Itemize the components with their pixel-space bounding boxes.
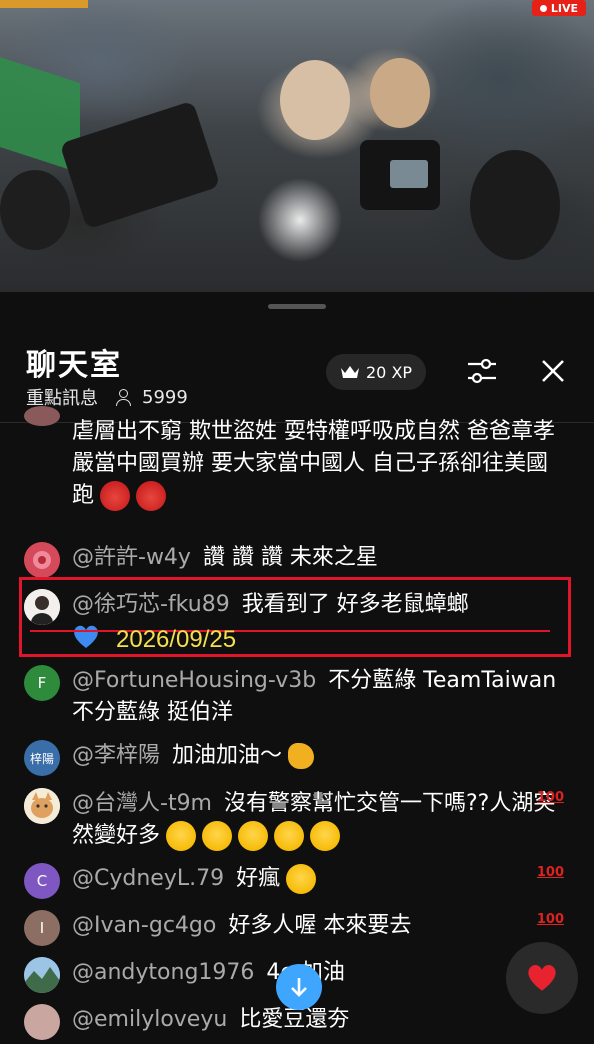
message-author[interactable]: @FortuneHousing-v3b xyxy=(72,668,316,693)
chat-panel: 聊天室 重點訊息 5999 20 XP 虐層出不窮 欺世盜姓 耍特權呼吸成自然 … xyxy=(0,292,594,1040)
message-author[interactable]: @李梓陽 xyxy=(72,743,160,768)
avatar: C xyxy=(24,863,60,899)
chat-message[interactable]: C @CydneyL.79 好瘋 100 xyxy=(24,863,584,903)
angry-face-emoji xyxy=(136,481,167,511)
crown-icon xyxy=(341,366,359,378)
arrow-down-icon xyxy=(291,978,307,997)
person-head xyxy=(280,60,350,140)
smiling-blush-emoji xyxy=(166,821,197,851)
xp-pill[interactable]: 20 XP xyxy=(326,354,427,390)
chat-message[interactable]: 梓陽 @李梓陽 加油加油～ xyxy=(24,740,584,780)
avatar: 梓陽 xyxy=(24,740,60,776)
chat-message[interactable]: 虐層出不窮 欺世盜姓 耍特權呼吸成自然 爸爸章孝嚴當中國買辦 要大家當中國人 自… xyxy=(24,406,584,526)
message-author[interactable]: @CydneyL.79 xyxy=(72,866,224,891)
chat-message[interactable]: @emilyloveyu 比愛豆還夯 xyxy=(24,1004,584,1044)
avatar xyxy=(24,788,60,824)
message-author[interactable]: @許許-w4y xyxy=(72,545,191,570)
message-author[interactable]: @台灣人-t9m xyxy=(72,791,212,816)
hundred-points-emoji: 100 xyxy=(536,790,564,805)
channel-badge xyxy=(0,0,88,8)
chat-subheader: 重點訊息 5999 xyxy=(26,384,188,410)
viewer-count: 5999 xyxy=(142,386,188,408)
avatar: F xyxy=(24,665,60,701)
camera-right xyxy=(360,140,440,210)
chat-message[interactable]: @許許-w4y 讚 讚 讚 未來之星 xyxy=(24,542,584,582)
person-head xyxy=(0,170,70,250)
message-text: 加油加油～ xyxy=(172,743,283,768)
smiling-blush-emoji xyxy=(202,821,233,851)
angry-face-emoji xyxy=(100,481,131,511)
avatar xyxy=(24,1004,60,1040)
message-text: 讚 讚 讚 未來之星 xyxy=(202,545,378,570)
chat-message[interactable]: @台灣人-t9m 沒有警察幫忙交管一下嗎??人湖突然變好多 100 xyxy=(24,788,584,852)
grinning-sweat-emoji xyxy=(286,864,317,894)
annotation-strike-line xyxy=(30,630,550,632)
smiling-blush-emoji xyxy=(274,821,305,851)
drag-handle[interactable] xyxy=(268,304,326,309)
chat-title: 聊天室 xyxy=(26,348,122,383)
xp-label: 20 XP xyxy=(366,362,413,382)
heart-icon xyxy=(528,964,556,991)
message-author[interactable]: @emilyloveyu xyxy=(72,1007,227,1032)
message-author[interactable]: @andytong1976 xyxy=(72,960,254,985)
hundred-points-emoji: 100 xyxy=(536,865,564,880)
avatar xyxy=(24,406,60,426)
scroll-to-bottom-button[interactable] xyxy=(276,964,322,1010)
avatar xyxy=(24,957,60,993)
annotation-date: 2026/09/25 xyxy=(116,626,237,653)
person-icon xyxy=(114,388,132,406)
message-text: 好瘋 xyxy=(236,866,281,891)
smiling-blush-emoji xyxy=(310,821,341,851)
live-badge: LIVE xyxy=(531,0,586,16)
message-text: 好多人喔 本來要去 xyxy=(228,913,412,938)
chat-message[interactable]: F @FortuneHousing-v3b 不分藍綠 TeamTaiwan 不分藍… xyxy=(24,665,584,729)
live-video[interactable]: LIVE xyxy=(0,0,594,292)
person-head xyxy=(470,150,560,260)
avatar xyxy=(24,542,60,578)
avatar: I xyxy=(24,910,60,946)
chat-message[interactable]: I @Ivan-gc4go 好多人喔 本來要去 100 xyxy=(24,910,584,950)
heart-reaction-button[interactable] xyxy=(506,942,578,1014)
person-head xyxy=(370,58,430,128)
message-author[interactable]: @Ivan-gc4go xyxy=(72,913,216,938)
camera-left xyxy=(59,100,221,230)
message-text: 比愛豆還夯 xyxy=(239,1007,350,1032)
close-icon[interactable] xyxy=(540,358,566,384)
smiling-blush-emoji xyxy=(238,821,269,851)
hundred-points-emoji: 100 xyxy=(536,912,564,927)
annotation-highlight-box xyxy=(19,577,571,657)
tune-sliders-icon[interactable] xyxy=(466,358,498,386)
flexed-biceps-emoji xyxy=(288,743,315,769)
